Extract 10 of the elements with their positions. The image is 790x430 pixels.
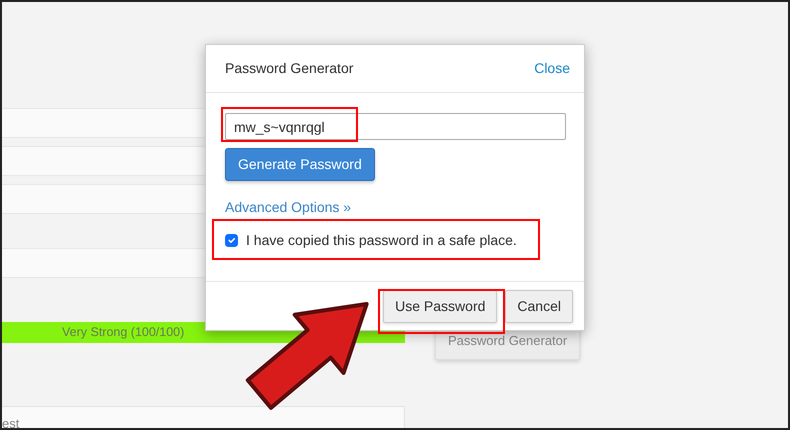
advanced-options-link[interactable]: Advanced Options » <box>225 199 352 215</box>
dialog-title: Password Generator <box>225 59 354 78</box>
cancel-button[interactable]: Cancel <box>505 290 573 322</box>
password-field[interactable]: mw_s~vqnrqgl <box>225 113 566 140</box>
text-field[interactable]: est <box>2 406 405 428</box>
use-password-button[interactable]: Use Password <box>383 290 498 322</box>
confirm-checkbox[interactable] <box>225 234 238 247</box>
close-link[interactable]: Close <box>534 58 570 79</box>
generate-password-button[interactable]: Generate Password <box>225 148 375 181</box>
confirm-label: I have copied this password in a safe place. <box>246 231 517 250</box>
